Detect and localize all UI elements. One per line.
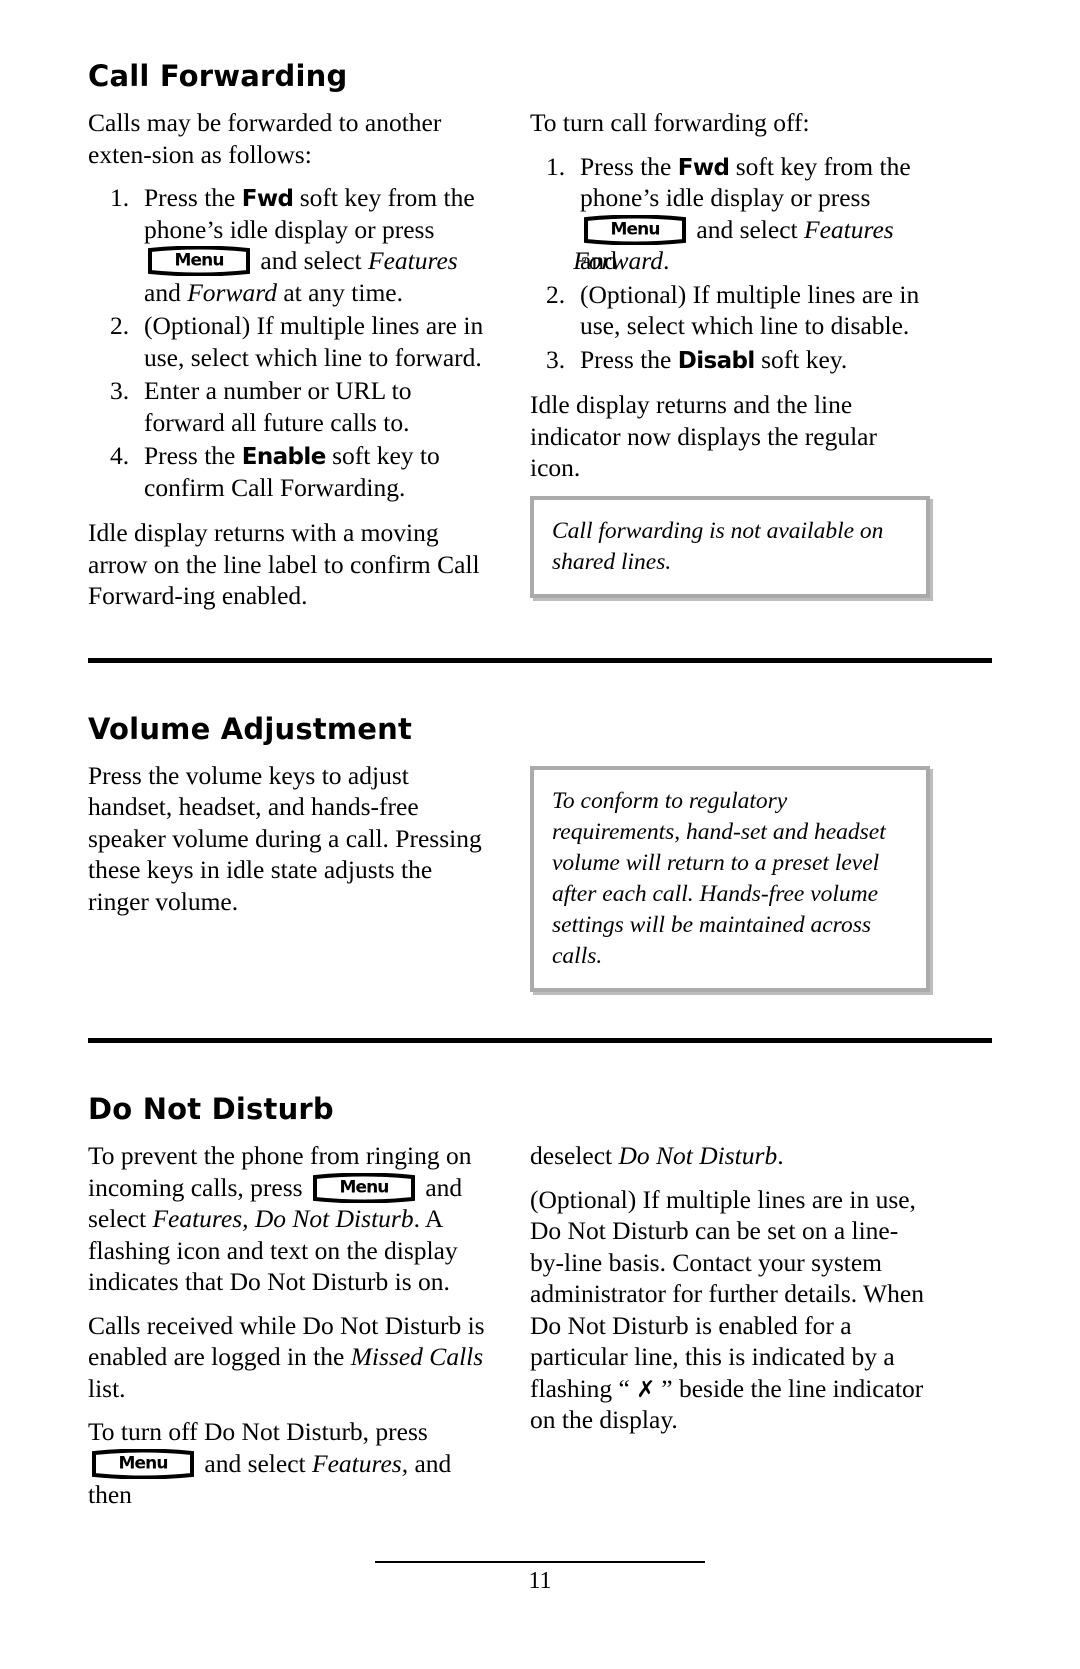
step-text: at any time. xyxy=(276,277,403,307)
list-item: Press the Fwd soft key from the phone’s … xyxy=(530,151,930,277)
document-page: Call Forwarding Calls may be forwarded t… xyxy=(0,0,1080,1669)
note-text: To conform to regulatory requirements, h… xyxy=(552,787,886,970)
emphasis-do-not-disturb: Do Not Disturb xyxy=(618,1141,778,1171)
softkey-label-enable: Enable xyxy=(241,444,327,471)
page-number: 11 xyxy=(528,1568,552,1594)
emphasis-features: Features xyxy=(368,246,458,276)
list-item: Press the Disabl soft key. xyxy=(530,344,930,376)
call-forwarding-off-outro: Idle display returns and the line indica… xyxy=(530,390,877,483)
call-forwarding-outro: Idle display returns with a moving arrow… xyxy=(88,518,480,611)
do-not-disturb-right-column: deselect Do Not Disturb. (Optional) If m… xyxy=(530,1140,930,1435)
menu-key-icon: Menu xyxy=(91,1448,195,1479)
call-forwarding-off-steps: Press the Fwd soft key from the phone’s … xyxy=(530,151,930,376)
section-heading-do-not-disturb: Do Not Disturb xyxy=(88,1092,334,1127)
note-box-call-forwarding: Call forwarding is not available on shar… xyxy=(530,495,930,598)
softkey-label-fwd: Fwd xyxy=(677,154,730,181)
call-forwarding-on-steps: Press the Fwd soft key from the phone’s … xyxy=(88,182,488,503)
step-text: and select xyxy=(690,214,804,244)
list-item: (Optional) If multiple lines are in use,… xyxy=(88,310,488,373)
softkey-label-disabl: Disabl xyxy=(677,347,756,374)
emphasis-forward: Forward xyxy=(573,246,663,276)
dnd-right-paragraph-2: (Optional) If multiple lines are in use,… xyxy=(530,1184,930,1436)
emphasis-forward: Forward xyxy=(187,277,277,307)
call-forwarding-left-column: Calls may be forwarded to another exten-… xyxy=(88,107,488,611)
body-text: To turn off Do Not Disturb, press xyxy=(88,1417,428,1447)
step-text: (Optional) If multiple lines are in use,… xyxy=(580,279,920,341)
step-text: and select xyxy=(254,246,368,276)
softkey-label-fwd: Fwd xyxy=(241,186,294,213)
body-text: and select xyxy=(198,1448,312,1478)
step-text: Press the xyxy=(580,151,678,181)
dnd-right-paragraph-1: deselect Do Not Disturb. xyxy=(530,1140,930,1171)
step-text: Enter a number or URL to forward all fut… xyxy=(144,376,412,437)
step-text: Press the xyxy=(144,441,242,471)
dnd-flashing-x-icon: ✗ xyxy=(636,1376,655,1403)
section-volume-adjustment: Press the volume keys to adjust handset,… xyxy=(88,760,992,993)
call-forwarding-off-intro: To turn call forwarding off: xyxy=(530,108,810,138)
volume-adjustment-body: Press the volume keys to adjust handset,… xyxy=(88,760,482,916)
body-text: deselect xyxy=(530,1141,619,1171)
emphasis-missed-calls: Missed Calls xyxy=(350,1342,484,1372)
step-text: Press the xyxy=(144,183,242,213)
body-text: list. xyxy=(88,1373,126,1403)
menu-key-label: Menu xyxy=(339,1177,389,1198)
list-item: Press the Fwd soft key from the phone’s … xyxy=(88,182,488,308)
step-text: (Optional) If multiple lines are in use,… xyxy=(144,311,484,372)
note-text: Call forwarding is not available on shar… xyxy=(552,517,884,575)
list-item: Press the Enable soft key to confirm Cal… xyxy=(88,440,488,503)
dnd-paragraph-2: Calls received while Do Not Disturb is e… xyxy=(88,1310,488,1404)
do-not-disturb-left-column: To prevent the phone from ringing on inc… xyxy=(88,1140,488,1510)
step-text: and xyxy=(144,277,188,307)
note-box-volume-adjustment: To conform to regulatory requirements, h… xyxy=(530,765,930,993)
volume-adjustment-right-column: To conform to regulatory requirements, h… xyxy=(530,760,930,993)
emphasis-features-dnd: Features, Do Not Disturb xyxy=(152,1204,414,1234)
call-forwarding-intro: Calls may be forwarded to another exten-… xyxy=(88,108,442,169)
dnd-paragraph-1: To prevent the phone from ringing on inc… xyxy=(88,1140,488,1297)
menu-key-label: Menu xyxy=(118,1453,168,1474)
step-text: . xyxy=(662,246,670,276)
menu-key-label: Menu xyxy=(174,250,224,271)
footer-divider xyxy=(375,1561,705,1563)
volume-adjustment-left-column: Press the volume keys to adjust handset,… xyxy=(88,760,488,917)
call-forwarding-right-column: To turn call forwarding off: Press the F… xyxy=(530,107,930,598)
menu-key-label: Menu xyxy=(610,219,660,240)
menu-key-icon: Menu xyxy=(312,1172,416,1203)
menu-key-icon: Menu xyxy=(147,246,251,277)
page-footer: 11 xyxy=(0,1561,1080,1593)
section-heading-call-forwarding: Call Forwarding xyxy=(88,59,348,93)
section-call-forwarding: Calls may be forwarded to another exten-… xyxy=(88,107,992,611)
list-item: (Optional) If multiple lines are in use,… xyxy=(530,279,930,342)
list-item: Enter a number or URL to forward all fut… xyxy=(88,375,488,438)
body-text: (Optional) If multiple lines are in use,… xyxy=(530,1184,924,1403)
emphasis-features: Features xyxy=(804,214,894,244)
step-text: soft key. xyxy=(754,344,848,374)
emphasis-features: Features, xyxy=(312,1448,409,1478)
dnd-paragraph-3: To turn off Do Not Disturb, press Menu a… xyxy=(88,1416,488,1510)
section-heading-volume-adjustment: Volume Adjustment xyxy=(88,711,413,746)
step-text: Press the xyxy=(580,344,678,374)
menu-key-icon: Menu xyxy=(583,214,687,245)
body-text: . xyxy=(777,1141,784,1171)
section-do-not-disturb: To prevent the phone from ringing on inc… xyxy=(88,1140,992,1510)
